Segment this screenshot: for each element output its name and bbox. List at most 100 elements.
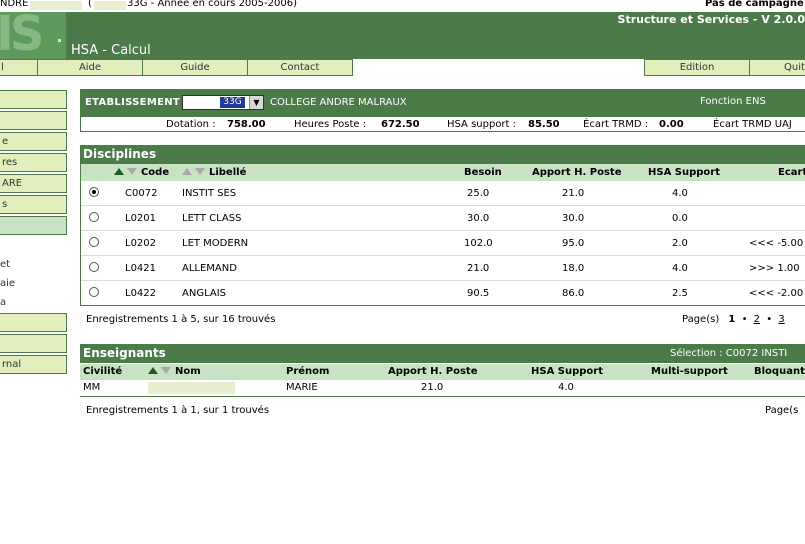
ecart-trmd-uaj-label: Écart TRMD UAJ	[713, 119, 792, 130]
disciplines-record-count: Enregistrements 1 à 5, sur 16 trouvés	[86, 314, 276, 325]
cell-apport: 21.0	[562, 188, 585, 199]
cell-libelle: ALLEMAND	[182, 263, 237, 274]
cell-code: L0421	[125, 263, 157, 274]
sidebar-item-6[interactable]: s	[0, 195, 67, 214]
sort-desc-icon[interactable]	[127, 168, 138, 175]
app-logo: IS	[0, 12, 66, 59]
column-header-libelle: Libellé	[208, 167, 247, 178]
row-radio[interactable]	[89, 262, 99, 272]
etablissement-select[interactable]: 33G ▼	[182, 95, 264, 110]
menu-item-contact[interactable]: Contact	[247, 59, 353, 76]
menu-item-edition[interactable]: Edition	[644, 59, 750, 76]
row-radio[interactable]	[89, 212, 99, 222]
cell-hsa: 4.0	[672, 188, 688, 199]
column-header-code: Code	[140, 167, 170, 178]
column-header-besoin: Besoin	[464, 167, 502, 178]
etablissement-label: ETABLISSEMENT	[85, 97, 180, 108]
column-header-hsa: HSA Support	[648, 167, 721, 178]
column-header-nom: Nom	[174, 366, 201, 377]
paren-text: (	[88, 0, 92, 9]
disciplines-table-header: Code Libellé Besoin Apport H. Poste HSA …	[80, 164, 805, 181]
cell-code: L0202	[125, 238, 157, 249]
redacted-field	[94, 1, 126, 10]
enseignants-pagination-label: Page(s	[765, 405, 799, 416]
disciplines-title-bar: Disciplines	[80, 145, 805, 164]
cell-besoin: 30.0	[467, 213, 490, 224]
sort-code-column[interactable]: Code	[114, 167, 169, 178]
sidebar-item-8[interactable]	[0, 313, 67, 332]
menu-item-aide[interactable]: Aide	[37, 59, 143, 76]
cell-apport: 95.0	[562, 238, 585, 249]
sidebar-item-5[interactable]: ARE	[0, 174, 67, 193]
sidebar-link-2[interactable]: aie	[0, 278, 15, 289]
sidebar-item-1[interactable]	[0, 90, 67, 109]
disciplines-title: Disciplines	[83, 147, 157, 161]
column-header-hsa: HSA Support	[531, 366, 604, 377]
pagination-label: Page(s)	[682, 314, 720, 325]
disciplines-pagination: Page(s) 1 • 2 • 3	[682, 314, 785, 325]
column-header-apport: Apport H. Poste	[532, 167, 622, 178]
table-row[interactable]: C0072 INSTIT SES 25.0 21.0 4.0	[81, 181, 805, 206]
column-header-bloquant: Bloquant	[754, 366, 805, 377]
enseignants-title: Enseignants	[83, 346, 166, 360]
disciplines-table-body: C0072 INSTIT SES 25.0 21.0 4.0 L0201 LET…	[80, 181, 805, 306]
cell-hsa: 0.0	[672, 213, 688, 224]
redacted-field	[30, 1, 82, 10]
sidebar-item-3[interactable]: e	[0, 132, 67, 151]
sidebar-item-9[interactable]	[0, 334, 67, 353]
menu-item-accueil[interactable]: l	[0, 59, 38, 76]
sort-asc-icon[interactable]	[114, 168, 124, 175]
sidebar-item-active[interactable]	[0, 216, 67, 235]
sidebar-item-4[interactable]: res	[0, 153, 67, 172]
page-link-2[interactable]: 2	[754, 314, 760, 325]
enseignants-title-bar: Enseignants Sélection : C0072 INSTI	[80, 344, 805, 363]
cell-ecart: <<< -5.00	[749, 238, 804, 249]
sort-desc-icon[interactable]	[195, 168, 206, 175]
heures-poste-value: 672.50	[381, 119, 420, 130]
app-header: IS HSA - Calcul Structure et Services - …	[0, 12, 805, 59]
school-year-text: 33G - Année en cours 2005-2006)	[127, 0, 297, 9]
cell-code: L0422	[125, 288, 157, 299]
row-radio[interactable]	[89, 287, 99, 297]
menu-item-guide[interactable]: Guide	[142, 59, 248, 76]
sort-desc-icon[interactable]	[161, 367, 172, 374]
table-row[interactable]: MM MARIE 21.0 4.0	[80, 380, 805, 397]
cell-ecart: <<< -2.00	[749, 288, 804, 299]
hsa-support-value: 85.50	[528, 119, 560, 130]
cell-libelle: LETT CLASS	[182, 213, 242, 224]
sidebar-link-3[interactable]: a	[0, 297, 6, 308]
sidebar-link-1[interactable]: et	[0, 259, 10, 270]
heures-poste-label: Heures Poste :	[294, 119, 367, 130]
cell-code: C0072	[125, 188, 158, 199]
cell-libelle: LET MODERN	[182, 238, 249, 249]
table-row[interactable]: L0421 ALLEMAND 21.0 18.0 4.0 >>> 1.00	[81, 256, 805, 281]
sort-asc-icon[interactable]	[148, 367, 158, 374]
top-status-strip: NDRE ( 33G - Année en cours 2005-2006) P…	[0, 0, 805, 12]
row-radio[interactable]	[89, 237, 99, 247]
cell-libelle: ANGLAIS	[182, 288, 227, 299]
selection-indicator: Sélection : C0072 INSTI	[670, 348, 788, 359]
etablissement-selected-value: 33G	[220, 97, 245, 108]
page-title: HSA - Calcul	[71, 43, 151, 58]
sort-asc-icon[interactable]	[182, 168, 192, 175]
table-row[interactable]: L0202 LET MODERN 102.0 95.0 2.0 <<< -5.0…	[81, 231, 805, 256]
sort-nom-column[interactable]: Nom	[148, 366, 201, 377]
enseignants-table-header: Civilité Nom Prénom Apport H. Poste HSA …	[80, 364, 805, 380]
hsa-support-label: HSA support :	[447, 119, 517, 130]
column-header-civilite: Civilité	[83, 366, 123, 377]
table-row[interactable]: L0201 LETT CLASS 30.0 30.0 0.0	[81, 206, 805, 231]
cell-ecart: >>> 1.00	[749, 263, 800, 274]
sidebar-item-journal[interactable]: rnal	[0, 355, 67, 374]
menu-item-quit[interactable]: Quit	[749, 59, 805, 76]
sort-libelle-column[interactable]: Libellé	[182, 167, 246, 178]
row-radio[interactable]	[89, 187, 99, 197]
page-separator: •	[741, 314, 748, 325]
table-row[interactable]: L0422 ANGLAIS 90.5 86.0 2.5 <<< -2.00	[81, 281, 805, 306]
chevron-down-icon[interactable]: ▼	[249, 96, 263, 109]
campaign-status: Pas de campagne	[705, 0, 804, 9]
ecart-trmd-label: Écart TRMD :	[583, 119, 649, 130]
page-separator: •	[766, 314, 773, 325]
cell-apport: 30.0	[562, 213, 585, 224]
page-link-3[interactable]: 3	[778, 314, 784, 325]
sidebar-item-2[interactable]	[0, 111, 67, 130]
